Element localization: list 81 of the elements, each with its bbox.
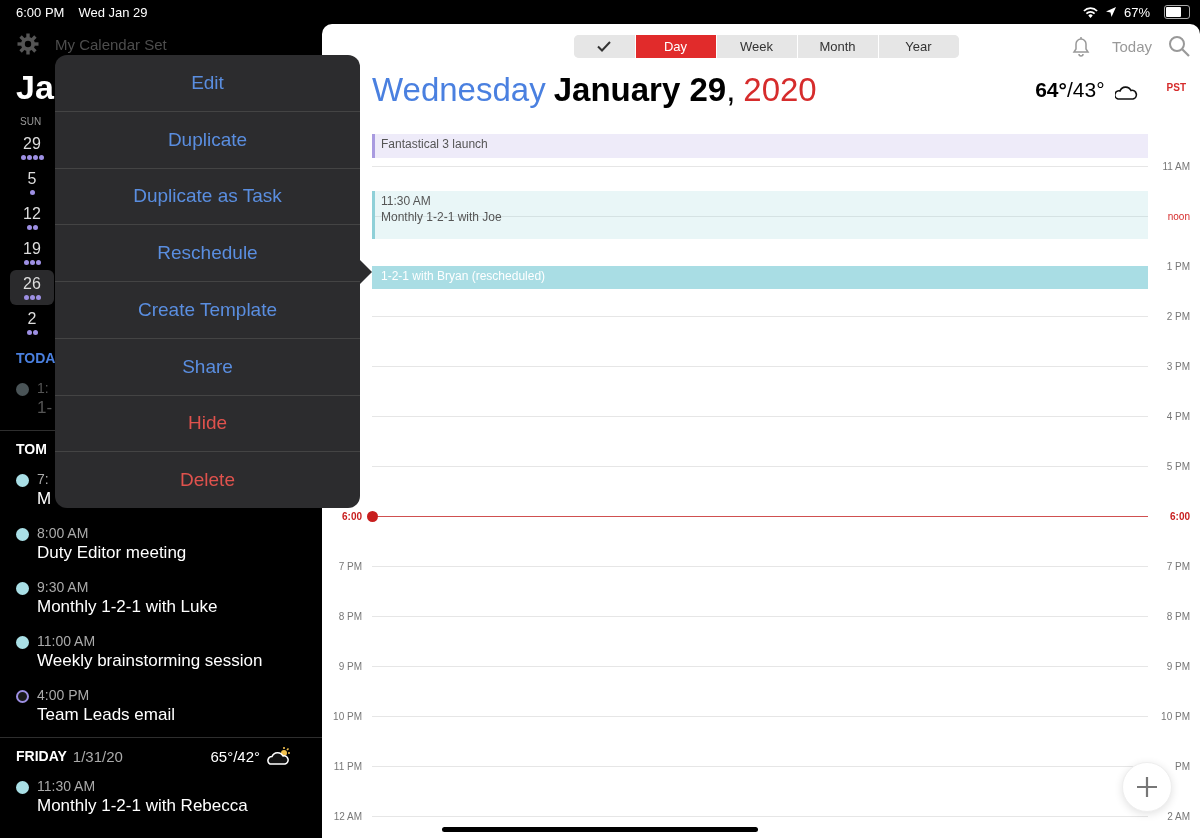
week-day[interactable]: 29: [10, 130, 54, 165]
event-title[interactable]: Monthly 1-2-1 with Luke: [37, 597, 218, 617]
battery-icon: [1164, 5, 1190, 19]
search-icon[interactable]: [1168, 35, 1190, 57]
hour-label: 10 PM: [1160, 710, 1191, 722]
menu-item[interactable]: Duplicate as Task: [55, 167, 360, 225]
hour-label: 2 PM: [1165, 310, 1191, 322]
menu-item[interactable]: Delete: [55, 451, 360, 508]
event-title: Monthly 1-2-1 with Joe: [381, 210, 502, 224]
weekday-label: SUN: [20, 116, 42, 129]
event-title: Fantastical 3 launch: [381, 137, 488, 151]
date-title: January 29,: [553, 71, 736, 109]
event-title[interactable]: Weekly brainstorming session: [37, 651, 263, 671]
month-title: Ja: [16, 68, 54, 108]
calendar-event[interactable]: Fantastical 3 launch: [372, 134, 1148, 158]
hour-label: 3 PM: [1165, 360, 1191, 372]
location-icon: [1105, 7, 1116, 17]
event-time: 7:: [37, 471, 50, 487]
hour-label: 2 AM: [1166, 810, 1191, 822]
hour-label: 5 PM: [1165, 460, 1191, 472]
view-tab[interactable]: Year: [877, 34, 959, 58]
hour-label: 9 PM: [1165, 660, 1191, 672]
hour-label: 4 PM: [1165, 410, 1191, 422]
partly-sunny-icon: [266, 746, 292, 766]
status-time: 6:00 PM: [16, 4, 65, 20]
weather-temp: 65°/42°: [210, 747, 260, 765]
hour-label: 6:00: [341, 510, 363, 522]
week-day[interactable]: 12: [10, 200, 54, 235]
hour-label: 12 AM: [332, 810, 363, 822]
settings-icon[interactable]: [17, 33, 39, 55]
timezone-label: PST: [1166, 81, 1186, 93]
event-title[interactable]: Duty Editor meeting: [37, 543, 187, 563]
weather-temp: 64°/43°: [1035, 78, 1105, 102]
battery-percent: 67%: [1123, 4, 1150, 20]
event-title[interactable]: M: [37, 489, 52, 509]
hour-label: 8 PM: [337, 610, 363, 622]
menu-item[interactable]: Reschedule: [55, 224, 360, 281]
menu-item[interactable]: Hide: [55, 394, 360, 452]
event-time: 11:30 AM: [381, 194, 432, 208]
week-day[interactable]: 2: [10, 305, 54, 340]
year-title: 2020: [743, 71, 817, 109]
event-title[interactable]: Team Leads email: [37, 705, 175, 725]
checkmark-icon: [597, 40, 611, 52]
wifi-icon: [1082, 6, 1098, 18]
event-time: 11:30 AM: [37, 778, 97, 794]
status-date: Wed Jan 29: [78, 4, 148, 20]
week-day[interactable]: 5: [10, 165, 54, 200]
menu-item[interactable]: Share: [55, 337, 360, 395]
section-heading: FRIDAY: [16, 748, 67, 764]
event-time: 11:00 AM: [37, 633, 97, 649]
current-time-marker: [367, 510, 378, 522]
menu-item[interactable]: Duplicate: [55, 110, 360, 168]
hour-label: 9 PM: [337, 660, 363, 672]
hour-label: 8 PM: [1165, 610, 1191, 622]
plus-icon: [1135, 775, 1159, 799]
event-time: 8:00 AM: [37, 525, 90, 541]
week-day[interactable]: 19: [10, 235, 54, 270]
week-day[interactable]: 26: [10, 270, 54, 305]
section-heading: TODA: [16, 350, 56, 366]
hour-label: 11 PM: [332, 760, 363, 772]
hour-label: 10 PM: [332, 710, 363, 722]
view-tab[interactable]: Day: [634, 34, 716, 58]
calendar-event[interactable]: 11:30 AM Monthly 1-2-1 with Joe: [372, 191, 1148, 239]
hour-label: 6:00: [1169, 510, 1191, 522]
event-time: 1:: [37, 380, 50, 396]
event-time: 4:00 PM: [37, 687, 91, 703]
menu-item[interactable]: Edit: [55, 55, 360, 111]
menu-item[interactable]: Create Template: [55, 281, 360, 338]
weekday-title: Wednesday: [372, 71, 546, 109]
section-date: 1/31/20: [72, 747, 123, 765]
hour-label: PM: [1174, 760, 1191, 772]
hour-label: 1 PM: [1165, 260, 1191, 272]
section-heading: TOM: [16, 441, 47, 457]
hour-label: 7 PM: [1165, 560, 1191, 572]
hour-label: 11 AM: [1161, 160, 1191, 172]
hour-label: noon: [1166, 210, 1191, 222]
event-title: 1-2-1 with Bryan (rescheduled): [381, 269, 546, 283]
event-title[interactable]: Monthly 1-2-1 with Rebecca: [37, 796, 248, 816]
add-button[interactable]: [1122, 762, 1172, 812]
hour-label: 7 PM: [337, 560, 363, 572]
event-time: 9:30 AM: [37, 579, 90, 595]
